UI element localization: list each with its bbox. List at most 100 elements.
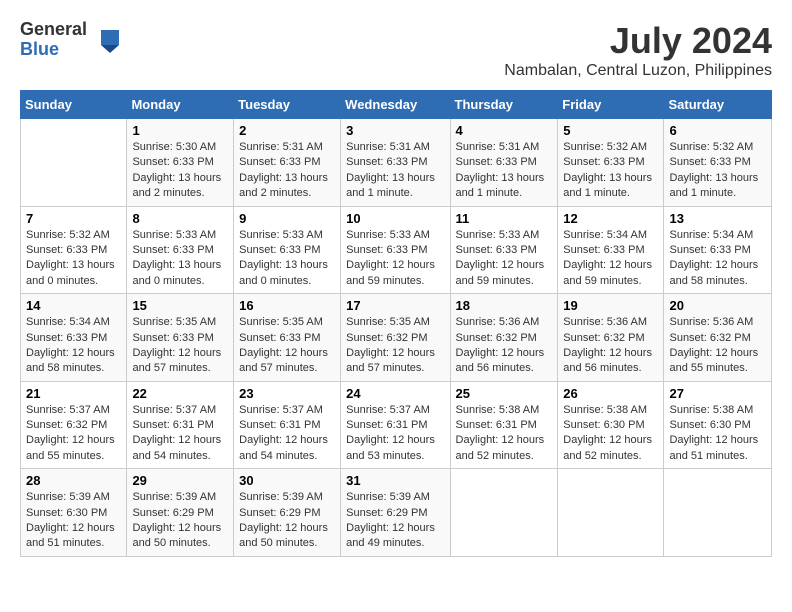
sunrise: Sunrise: 5:38 AM xyxy=(563,404,647,416)
day-number: 3 xyxy=(346,123,444,138)
day-number: 14 xyxy=(26,298,121,313)
sunrise: Sunrise: 5:34 AM xyxy=(563,229,647,241)
calendar-table: SundayMondayTuesdayWednesdayThursdayFrid… xyxy=(20,90,772,557)
daylight: Daylight: 12 hours and 52 minutes. xyxy=(456,434,545,461)
daylight: Daylight: 13 hours and 0 minutes. xyxy=(26,259,115,286)
column-header-tuesday: Tuesday xyxy=(234,91,341,119)
day-number: 6 xyxy=(669,123,766,138)
daylight: Daylight: 12 hours and 51 minutes. xyxy=(26,522,115,549)
sunrise: Sunrise: 5:36 AM xyxy=(563,316,647,328)
calendar-cell: 4 Sunrise: 5:31 AM Sunset: 6:33 PM Dayli… xyxy=(450,119,558,207)
sunrise: Sunrise: 5:32 AM xyxy=(563,141,647,153)
day-number: 20 xyxy=(669,298,766,313)
cell-info: Sunrise: 5:38 AM Sunset: 6:30 PM Dayligh… xyxy=(563,403,658,465)
sunset: Sunset: 6:31 PM xyxy=(456,419,537,431)
day-number: 15 xyxy=(132,298,228,313)
calendar-cell: 22 Sunrise: 5:37 AM Sunset: 6:31 PM Dayl… xyxy=(127,381,234,469)
sunset: Sunset: 6:33 PM xyxy=(456,156,537,168)
day-number: 23 xyxy=(239,386,335,401)
sunset: Sunset: 6:33 PM xyxy=(456,244,537,256)
column-header-monday: Monday xyxy=(127,91,234,119)
calendar-cell: 18 Sunrise: 5:36 AM Sunset: 6:32 PM Dayl… xyxy=(450,294,558,382)
sunrise: Sunrise: 5:30 AM xyxy=(132,141,216,153)
cell-info: Sunrise: 5:37 AM Sunset: 6:32 PM Dayligh… xyxy=(26,403,121,465)
calendar-cell: 11 Sunrise: 5:33 AM Sunset: 6:33 PM Dayl… xyxy=(450,206,558,294)
daylight: Daylight: 12 hours and 58 minutes. xyxy=(26,347,115,374)
cell-info: Sunrise: 5:35 AM Sunset: 6:33 PM Dayligh… xyxy=(239,315,335,377)
cell-info: Sunrise: 5:34 AM Sunset: 6:33 PM Dayligh… xyxy=(563,228,658,290)
sunset: Sunset: 6:29 PM xyxy=(346,507,427,519)
calendar-cell: 25 Sunrise: 5:38 AM Sunset: 6:31 PM Dayl… xyxy=(450,381,558,469)
title-block: July 2024 Nambalan, Central Luzon, Phili… xyxy=(504,20,772,80)
daylight: Daylight: 12 hours and 49 minutes. xyxy=(346,522,435,549)
cell-info: Sunrise: 5:36 AM Sunset: 6:32 PM Dayligh… xyxy=(456,315,553,377)
sunrise: Sunrise: 5:38 AM xyxy=(456,404,540,416)
sunset: Sunset: 6:32 PM xyxy=(26,419,107,431)
cell-info: Sunrise: 5:32 AM Sunset: 6:33 PM Dayligh… xyxy=(563,140,658,202)
day-number: 17 xyxy=(346,298,444,313)
day-number: 19 xyxy=(563,298,658,313)
sunset: Sunset: 6:31 PM xyxy=(239,419,320,431)
cell-info: Sunrise: 5:39 AM Sunset: 6:30 PM Dayligh… xyxy=(26,490,121,552)
logo-blue-text: Blue xyxy=(20,40,87,60)
calendar-week-row: 7 Sunrise: 5:32 AM Sunset: 6:33 PM Dayli… xyxy=(21,206,772,294)
daylight: Daylight: 12 hours and 54 minutes. xyxy=(239,434,328,461)
daylight: Daylight: 12 hours and 57 minutes. xyxy=(346,347,435,374)
calendar-cell xyxy=(450,469,558,557)
cell-info: Sunrise: 5:37 AM Sunset: 6:31 PM Dayligh… xyxy=(346,403,444,465)
column-header-saturday: Saturday xyxy=(664,91,772,119)
sunset: Sunset: 6:31 PM xyxy=(132,419,213,431)
day-number: 26 xyxy=(563,386,658,401)
calendar-cell: 1 Sunrise: 5:30 AM Sunset: 6:33 PM Dayli… xyxy=(127,119,234,207)
daylight: Daylight: 13 hours and 0 minutes. xyxy=(239,259,328,286)
sunrise: Sunrise: 5:38 AM xyxy=(669,404,753,416)
calendar-week-row: 14 Sunrise: 5:34 AM Sunset: 6:33 PM Dayl… xyxy=(21,294,772,382)
sunrise: Sunrise: 5:37 AM xyxy=(239,404,323,416)
sunrise: Sunrise: 5:32 AM xyxy=(669,141,753,153)
sunset: Sunset: 6:33 PM xyxy=(132,332,213,344)
calendar-cell: 24 Sunrise: 5:37 AM Sunset: 6:31 PM Dayl… xyxy=(341,381,450,469)
calendar-cell: 19 Sunrise: 5:36 AM Sunset: 6:32 PM Dayl… xyxy=(558,294,664,382)
calendar-cell: 30 Sunrise: 5:39 AM Sunset: 6:29 PM Dayl… xyxy=(234,469,341,557)
calendar-cell xyxy=(664,469,772,557)
day-number: 21 xyxy=(26,386,121,401)
day-number: 29 xyxy=(132,473,228,488)
day-number: 24 xyxy=(346,386,444,401)
sunrise: Sunrise: 5:39 AM xyxy=(26,491,110,503)
day-number: 18 xyxy=(456,298,553,313)
daylight: Daylight: 12 hours and 56 minutes. xyxy=(563,347,652,374)
sunset: Sunset: 6:33 PM xyxy=(26,332,107,344)
cell-info: Sunrise: 5:39 AM Sunset: 6:29 PM Dayligh… xyxy=(132,490,228,552)
cell-info: Sunrise: 5:33 AM Sunset: 6:33 PM Dayligh… xyxy=(239,228,335,290)
sunrise: Sunrise: 5:39 AM xyxy=(239,491,323,503)
calendar-week-row: 21 Sunrise: 5:37 AM Sunset: 6:32 PM Dayl… xyxy=(21,381,772,469)
sunset: Sunset: 6:30 PM xyxy=(26,507,107,519)
day-number: 10 xyxy=(346,211,444,226)
sunrise: Sunrise: 5:39 AM xyxy=(346,491,430,503)
sunrise: Sunrise: 5:33 AM xyxy=(239,229,323,241)
daylight: Daylight: 12 hours and 55 minutes. xyxy=(26,434,115,461)
main-title: July 2024 xyxy=(504,20,772,62)
calendar-week-row: 1 Sunrise: 5:30 AM Sunset: 6:33 PM Dayli… xyxy=(21,119,772,207)
calendar-cell: 8 Sunrise: 5:33 AM Sunset: 6:33 PM Dayli… xyxy=(127,206,234,294)
daylight: Daylight: 13 hours and 1 minute. xyxy=(456,172,545,199)
day-number: 25 xyxy=(456,386,553,401)
daylight: Daylight: 12 hours and 50 minutes. xyxy=(239,522,328,549)
cell-info: Sunrise: 5:39 AM Sunset: 6:29 PM Dayligh… xyxy=(346,490,444,552)
sunset: Sunset: 6:30 PM xyxy=(563,419,644,431)
sunrise: Sunrise: 5:35 AM xyxy=(132,316,216,328)
sunset: Sunset: 6:32 PM xyxy=(669,332,750,344)
logo-icon xyxy=(91,25,121,55)
calendar-cell: 17 Sunrise: 5:35 AM Sunset: 6:32 PM Dayl… xyxy=(341,294,450,382)
calendar-cell: 6 Sunrise: 5:32 AM Sunset: 6:33 PM Dayli… xyxy=(664,119,772,207)
day-number: 5 xyxy=(563,123,658,138)
calendar-cell: 12 Sunrise: 5:34 AM Sunset: 6:33 PM Dayl… xyxy=(558,206,664,294)
sunset: Sunset: 6:33 PM xyxy=(239,332,320,344)
cell-info: Sunrise: 5:31 AM Sunset: 6:33 PM Dayligh… xyxy=(346,140,444,202)
daylight: Daylight: 12 hours and 52 minutes. xyxy=(563,434,652,461)
calendar-cell: 21 Sunrise: 5:37 AM Sunset: 6:32 PM Dayl… xyxy=(21,381,127,469)
cell-info: Sunrise: 5:38 AM Sunset: 6:31 PM Dayligh… xyxy=(456,403,553,465)
cell-info: Sunrise: 5:33 AM Sunset: 6:33 PM Dayligh… xyxy=(132,228,228,290)
sunrise: Sunrise: 5:35 AM xyxy=(346,316,430,328)
cell-info: Sunrise: 5:31 AM Sunset: 6:33 PM Dayligh… xyxy=(239,140,335,202)
